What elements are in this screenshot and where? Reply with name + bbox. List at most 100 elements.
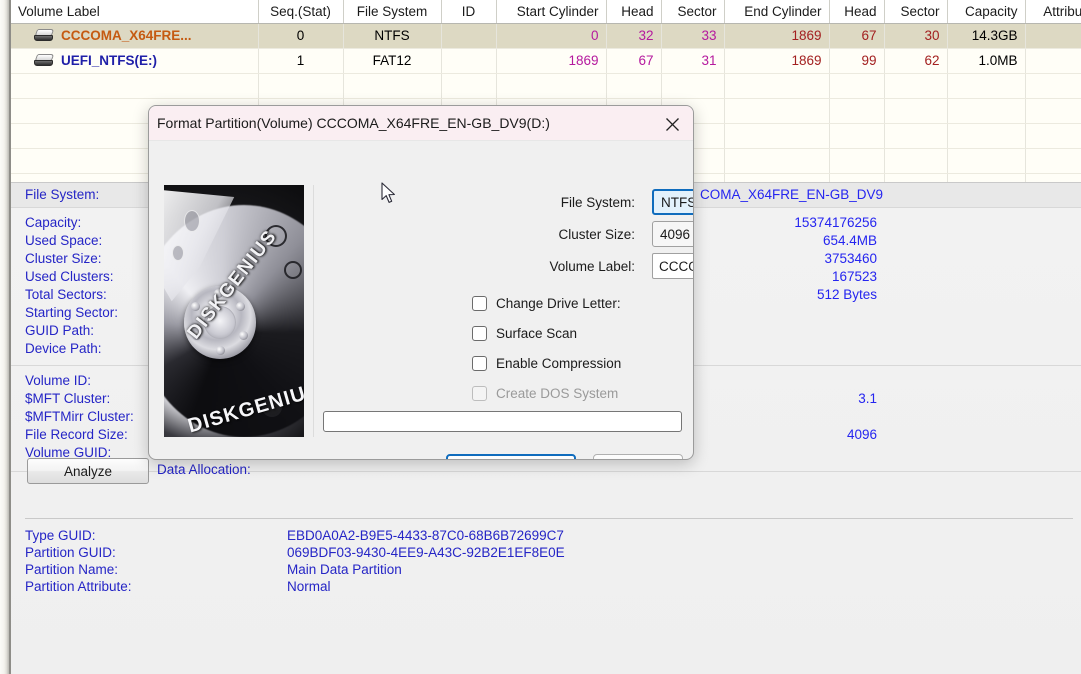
table-header-cell[interactable]: End Cylinder xyxy=(724,0,830,24)
table-cell-empty xyxy=(724,98,830,124)
format-partition-dialog[interactable]: Format Partition(Volume) CCCOMA_X64FRE_E… xyxy=(148,105,694,460)
table-cell-empty xyxy=(496,73,607,99)
checkbox-label: Enable Compression xyxy=(496,356,622,371)
cell-text: 1869 xyxy=(791,53,822,68)
table-cell-empty xyxy=(829,98,885,124)
table-row[interactable]: CCCOMA_X64FRE... 0 NTFS 0 32 33 1869 67 30 14.3GB xyxy=(11,23,1081,49)
table-header-cell[interactable]: ID xyxy=(441,0,497,24)
table-row[interactable]: UEFI_NTFS(E:) 1 FAT12 1869 67 31 1869 99 62 1.0MB… xyxy=(11,48,1081,74)
info-row-label: Volume ID: xyxy=(25,373,92,388)
dialog-clustersize-label: Cluster Size: xyxy=(558,227,635,242)
table-cell-volume-label: UEFI_NTFS(E:) xyxy=(11,48,259,74)
checkbox-box-icon[interactable] xyxy=(472,326,487,341)
dialog-volumelabel-label: Volume Label: xyxy=(549,259,635,274)
table-cell-start-head: 67 xyxy=(606,48,662,74)
table-header-cell[interactable]: Sector xyxy=(661,0,725,24)
table-cell-end-head: 99 xyxy=(829,48,885,74)
info-row-label: File Record Size: xyxy=(25,427,128,442)
cell-text: 33 xyxy=(701,28,717,43)
dialog-title-bar[interactable]: Format Partition(Volume) CCCOMA_X64FRE_E… xyxy=(149,106,693,141)
info-row-label: Cluster Size: xyxy=(25,251,102,266)
analyze-button[interactable]: Analyze xyxy=(27,458,149,484)
table-cell-empty xyxy=(441,73,497,99)
table-cell-empty xyxy=(947,173,1026,182)
table-cell-empty xyxy=(947,148,1026,174)
table-cell-end-sector: 30 xyxy=(884,23,948,49)
mouse-cursor xyxy=(381,182,395,203)
table-cell-start-sector: 33 xyxy=(661,23,725,49)
hard-disk-icon xyxy=(34,54,55,67)
checkbox-box-icon[interactable] xyxy=(472,356,487,371)
table-cell-id xyxy=(441,23,497,49)
checkbox-box-icon xyxy=(472,386,487,401)
table-cell-seq: 1 xyxy=(258,48,344,74)
cell-text: 1869 xyxy=(791,28,822,43)
clustersize-select-value: 4096 xyxy=(660,226,691,242)
table-header-cell[interactable]: Capacity xyxy=(947,0,1026,24)
table-cell-empty xyxy=(1025,148,1081,174)
filesystem-select-value: NTFS xyxy=(661,194,694,210)
table-cell-empty xyxy=(884,148,948,174)
cell-text: 31 xyxy=(701,53,717,68)
table-header-cell[interactable]: Sector xyxy=(884,0,948,24)
cell-text: FAT12 xyxy=(372,53,412,68)
cell-text: 14.3GB xyxy=(971,28,1018,43)
cell-text: 62 xyxy=(924,53,940,68)
table-cell-end-head: 67 xyxy=(829,23,885,49)
guid-row-value: Main Data Partition xyxy=(287,562,402,577)
info-row-value: 167523 xyxy=(831,269,877,284)
table-cell-seq: 0 xyxy=(258,23,344,49)
table-cell-empty xyxy=(947,123,1026,149)
table-cell-empty xyxy=(884,98,948,124)
table-cell-attribute xyxy=(1025,23,1081,49)
table-header-cell[interactable]: File System xyxy=(343,0,442,24)
table-header-cell[interactable]: Start Cylinder xyxy=(496,0,607,24)
checkbox-enable-compression[interactable]: Enable Compression xyxy=(472,356,621,371)
table-cell-empty xyxy=(829,123,885,149)
dialog-title-text: Format Partition(Volume) CCCOMA_X64FRE_E… xyxy=(157,115,550,131)
table-cell-empty xyxy=(661,73,725,99)
info-filesystem-label: File System: xyxy=(25,187,100,202)
checkbox-label: Change Drive Letter: xyxy=(496,296,621,311)
table-header-cell[interactable]: Attribute xyxy=(1025,0,1081,24)
info-row-value: 3.1 xyxy=(858,391,877,406)
cancel-button[interactable]: Cancel xyxy=(593,454,683,459)
table-cell-empty xyxy=(1025,98,1081,124)
checkbox-surface-scan[interactable]: Surface Scan xyxy=(472,326,577,341)
info-row-label: Total Sectors: xyxy=(25,287,107,302)
hdd-screw-2 xyxy=(236,301,245,311)
info-divider-4 xyxy=(25,518,1073,519)
cell-text: 30 xyxy=(924,28,940,43)
clustersize-select[interactable]: 4096 xyxy=(652,221,693,247)
checkbox-box-icon[interactable] xyxy=(472,296,487,311)
checkbox-label: Surface Scan xyxy=(496,326,578,341)
table-row-empty[interactable] xyxy=(11,73,1081,99)
info-row-value: 3753460 xyxy=(824,251,877,266)
filesystem-select[interactable]: NTFS xyxy=(652,189,694,215)
hard-disk-icon xyxy=(34,29,55,42)
close-icon[interactable] xyxy=(659,112,685,136)
table-header-cell[interactable]: Head xyxy=(606,0,662,24)
table-cell-empty xyxy=(606,73,662,99)
hdd-screw-3 xyxy=(238,331,248,341)
cell-text: 1 xyxy=(296,53,305,68)
info-row-label: $MFT Cluster: xyxy=(25,391,111,406)
cell-text: 99 xyxy=(861,53,877,68)
guid-row-value: Normal xyxy=(287,579,331,594)
table-cell-empty xyxy=(829,73,885,99)
format-button[interactable]: Format xyxy=(446,454,576,459)
info-row-label: Starting Sector: xyxy=(25,305,119,320)
guid-row: Type GUID: EBD0A0A2-B9E5-4433-87C0-68B6B7… xyxy=(11,528,1081,545)
table-header-cell[interactable]: Head xyxy=(829,0,885,24)
cell-text: 67 xyxy=(638,53,654,68)
checkbox-change-drive-letter[interactable]: Change Drive Letter: xyxy=(472,296,621,311)
table-header-cell[interactable]: Volume Label xyxy=(11,0,259,24)
app-window: Volume Label Seq.(Stat) File System ID Start… xyxy=(0,0,1081,674)
table-cell-start-cylinder: 1869 xyxy=(496,48,607,74)
info-row-value: 4096 xyxy=(846,427,877,442)
dialog-filesystem-label: File System: xyxy=(560,195,635,210)
volume-label-input[interactable]: CCCOMA_X64FRE_EN-GB_DV9 xyxy=(652,253,693,279)
table-header-cell[interactable]: Seq.(Stat) xyxy=(258,0,344,24)
table-cell-volume-label-text: UEFI_NTFS(E:) xyxy=(61,53,157,68)
table-cell-empty xyxy=(343,73,442,99)
